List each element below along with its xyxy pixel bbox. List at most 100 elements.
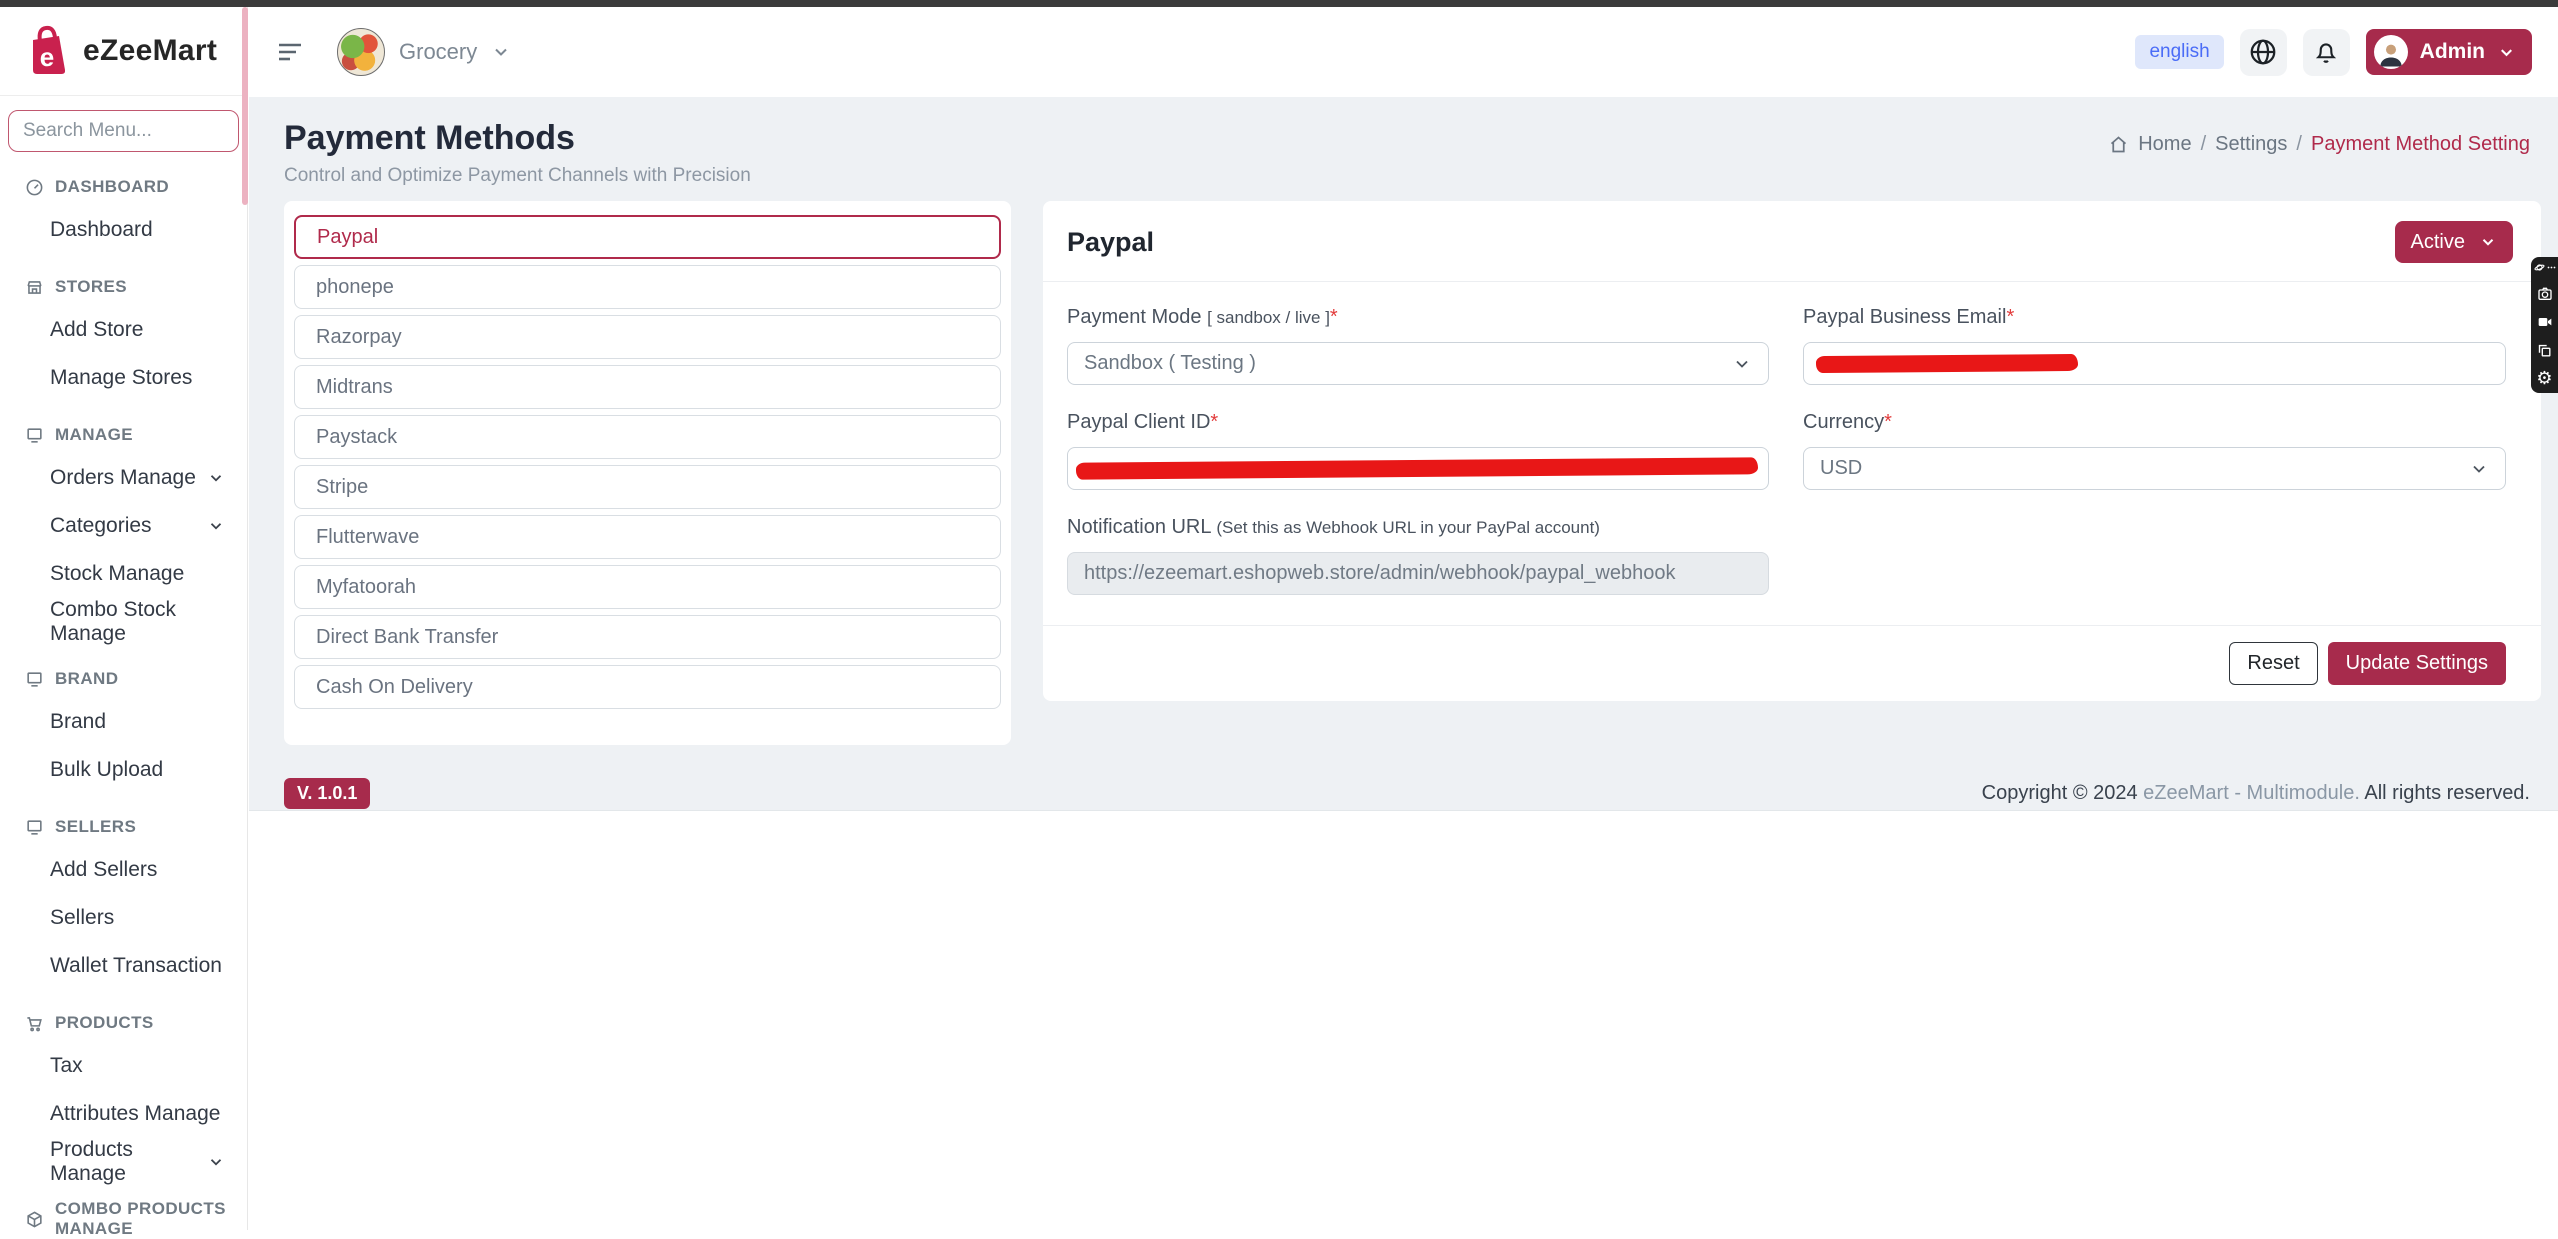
brand-name: eZeeMart [83, 34, 217, 68]
client-id-label: Paypal Client ID* [1067, 411, 1769, 434]
monitor-icon [25, 670, 44, 689]
sidebar-item-orders-manage[interactable]: Orders Manage [0, 454, 247, 502]
cart-icon [25, 1014, 44, 1033]
chevron-down-icon [2469, 459, 2489, 479]
payment-method-midtrans[interactable]: Midtrans [294, 365, 1001, 409]
sidebar-section-sellers: SELLERS [0, 816, 247, 838]
update-settings-button[interactable]: Update Settings [2328, 642, 2506, 685]
sidebar-item-brand[interactable]: Brand [0, 698, 247, 746]
payment-method-phonepe[interactable]: phonepe [294, 265, 1001, 309]
chevron-down-icon [207, 469, 225, 487]
svg-text:e: e [40, 42, 54, 72]
client-id-input[interactable] [1067, 447, 1769, 490]
chevron-down-icon [491, 42, 511, 62]
copy-icon[interactable] [2537, 343, 2552, 358]
sidebar-item-stock-manage[interactable]: Stock Manage [0, 550, 247, 598]
ellipsis-icon[interactable] [2547, 263, 2556, 272]
page-footer: V. 1.0.1 Copyright © 2024 eZeeMart - Mul… [249, 778, 2558, 809]
admin-avatar [2374, 35, 2408, 69]
payment-method-myfatoorah[interactable]: Myfatoorah [294, 565, 1001, 609]
sidebar-section-dashboard: DASHBOARD [0, 176, 247, 198]
sidebar-item-combo-stock-manage[interactable]: Combo Stock Manage [0, 598, 247, 646]
chevron-down-icon [2479, 233, 2497, 251]
sidebar-item-wallet-transaction[interactable]: Wallet Transaction [0, 942, 247, 990]
payment-method-direct-bank-transfer[interactable]: Direct Bank Transfer [294, 615, 1001, 659]
breadcrumb-current: Payment Method Setting [2311, 133, 2530, 156]
payment-method-cash-on-delivery[interactable]: Cash On Delivery [294, 665, 1001, 709]
storefront-icon [25, 278, 44, 297]
sidebar-section-brand: BRAND [0, 668, 247, 690]
store-name: Grocery [399, 39, 477, 65]
page-subtitle: Control and Optimize Payment Channels wi… [284, 165, 751, 187]
business-email-label: Paypal Business Email* [1803, 306, 2506, 329]
header: Grocery english Admin [249, 7, 2558, 97]
payment-mode-label: Payment Mode [ sandbox / live ]* [1067, 306, 1769, 329]
app-root: e eZeeMart DASHBOARD Dashboard STORES A [0, 0, 2558, 1230]
breadcrumb-home[interactable]: Home [2138, 133, 2191, 156]
admin-menu-button[interactable]: Admin [2366, 29, 2532, 75]
sidebar-section-stores: STORES [0, 276, 247, 298]
hamburger-icon[interactable] [277, 41, 303, 63]
bell-icon[interactable] [2303, 29, 2350, 76]
payment-methods-list: Paypal phonepe Razorpay Midtrans Paystac… [284, 201, 1011, 745]
sidebar: e eZeeMart DASHBOARD Dashboard STORES A [0, 7, 248, 1230]
payment-mode-select[interactable]: Sandbox ( Testing ) [1067, 342, 1769, 385]
sidebar-item-add-sellers[interactable]: Add Sellers [0, 846, 247, 894]
sidebar-item-bulk-upload[interactable]: Bulk Upload [0, 746, 247, 794]
sidebar-scrollbar-thumb[interactable] [242, 7, 248, 205]
store-switcher[interactable]: Grocery [337, 28, 511, 76]
chevron-down-icon [207, 517, 225, 535]
paypal-settings-panel: Paypal Active Payment Mode [ sandbox / l… [1043, 201, 2541, 701]
payment-method-paystack[interactable]: Paystack [294, 415, 1001, 459]
capture-toolbar: ⚙ [2531, 257, 2558, 393]
search-input[interactable] [8, 110, 239, 152]
camera-icon[interactable] [2537, 286, 2553, 302]
panel-title: Paypal [1067, 227, 1154, 258]
store-avatar [337, 28, 385, 76]
admin-label: Admin [2420, 40, 2485, 64]
breadcrumb: Home / Settings / Payment Method Setting [2108, 133, 2530, 156]
payment-method-paypal[interactable]: Paypal [294, 215, 1001, 259]
business-email-input[interactable] [1803, 342, 2506, 385]
version-badge: V. 1.0.1 [284, 778, 370, 809]
currency-label: Currency* [1803, 411, 2506, 434]
shopping-bag-logo-icon: e [25, 24, 71, 78]
sidebar-section-products: PRODUCTS [0, 1012, 247, 1034]
sidebar-item-attributes-manage[interactable]: Attributes Manage [0, 1090, 247, 1138]
status-dropdown-button[interactable]: Active [2395, 221, 2513, 263]
language-badge[interactable]: english [2135, 35, 2223, 69]
planet-icon[interactable] [2534, 262, 2545, 273]
sidebar-item-manage-stores[interactable]: Manage Stores [0, 354, 247, 402]
sidebar-item-add-store[interactable]: Add Store [0, 306, 247, 354]
sidebar-section-manage: MANAGE [0, 424, 247, 446]
reset-button[interactable]: Reset [2229, 642, 2317, 685]
sidebar-item-sellers[interactable]: Sellers [0, 894, 247, 942]
notification-url-label: Notification URL (Set this as Webhook UR… [1067, 516, 1769, 539]
video-camera-icon[interactable] [2537, 314, 2553, 330]
sidebar-section-combo-products-manage: COMBO PRODUCTS MANAGE [0, 1208, 247, 1230]
breadcrumb-settings[interactable]: Settings [2215, 133, 2287, 156]
redaction-bar [1816, 354, 2078, 373]
sidebar-item-categories[interactable]: Categories [0, 502, 247, 550]
sidebar-item-products-manage[interactable]: Products Manage [0, 1138, 247, 1186]
box-icon [25, 1210, 44, 1229]
currency-select[interactable]: USD [1803, 447, 2506, 490]
payment-method-flutterwave[interactable]: Flutterwave [294, 515, 1001, 559]
payment-method-razorpay[interactable]: Razorpay [294, 315, 1001, 359]
gauge-icon [25, 178, 44, 197]
logo[interactable]: e eZeeMart [0, 7, 247, 96]
sidebar-item-dashboard[interactable]: Dashboard [0, 206, 247, 254]
globe-icon[interactable] [2240, 29, 2287, 76]
sidebar-nav: DASHBOARD Dashboard STORES Add Store Man… [0, 152, 247, 1230]
payment-method-stripe[interactable]: Stripe [294, 465, 1001, 509]
monitor-icon [25, 426, 44, 445]
content-area: Payment Methods Control and Optimize Pay… [249, 97, 2558, 811]
copyright-text: Copyright © 2024 eZeeMart - Multimodule.… [1982, 782, 2530, 805]
gear-icon[interactable]: ⚙ [2536, 370, 2552, 388]
top-dark-bar [0, 0, 2558, 7]
sidebar-item-tax[interactable]: Tax [0, 1042, 247, 1090]
redaction-bar [1076, 457, 1758, 479]
notification-url-input: https://ezeemart.eshopweb.store/admin/we… [1067, 552, 1769, 595]
monitor-icon [25, 818, 44, 837]
chevron-down-icon [2497, 43, 2516, 62]
